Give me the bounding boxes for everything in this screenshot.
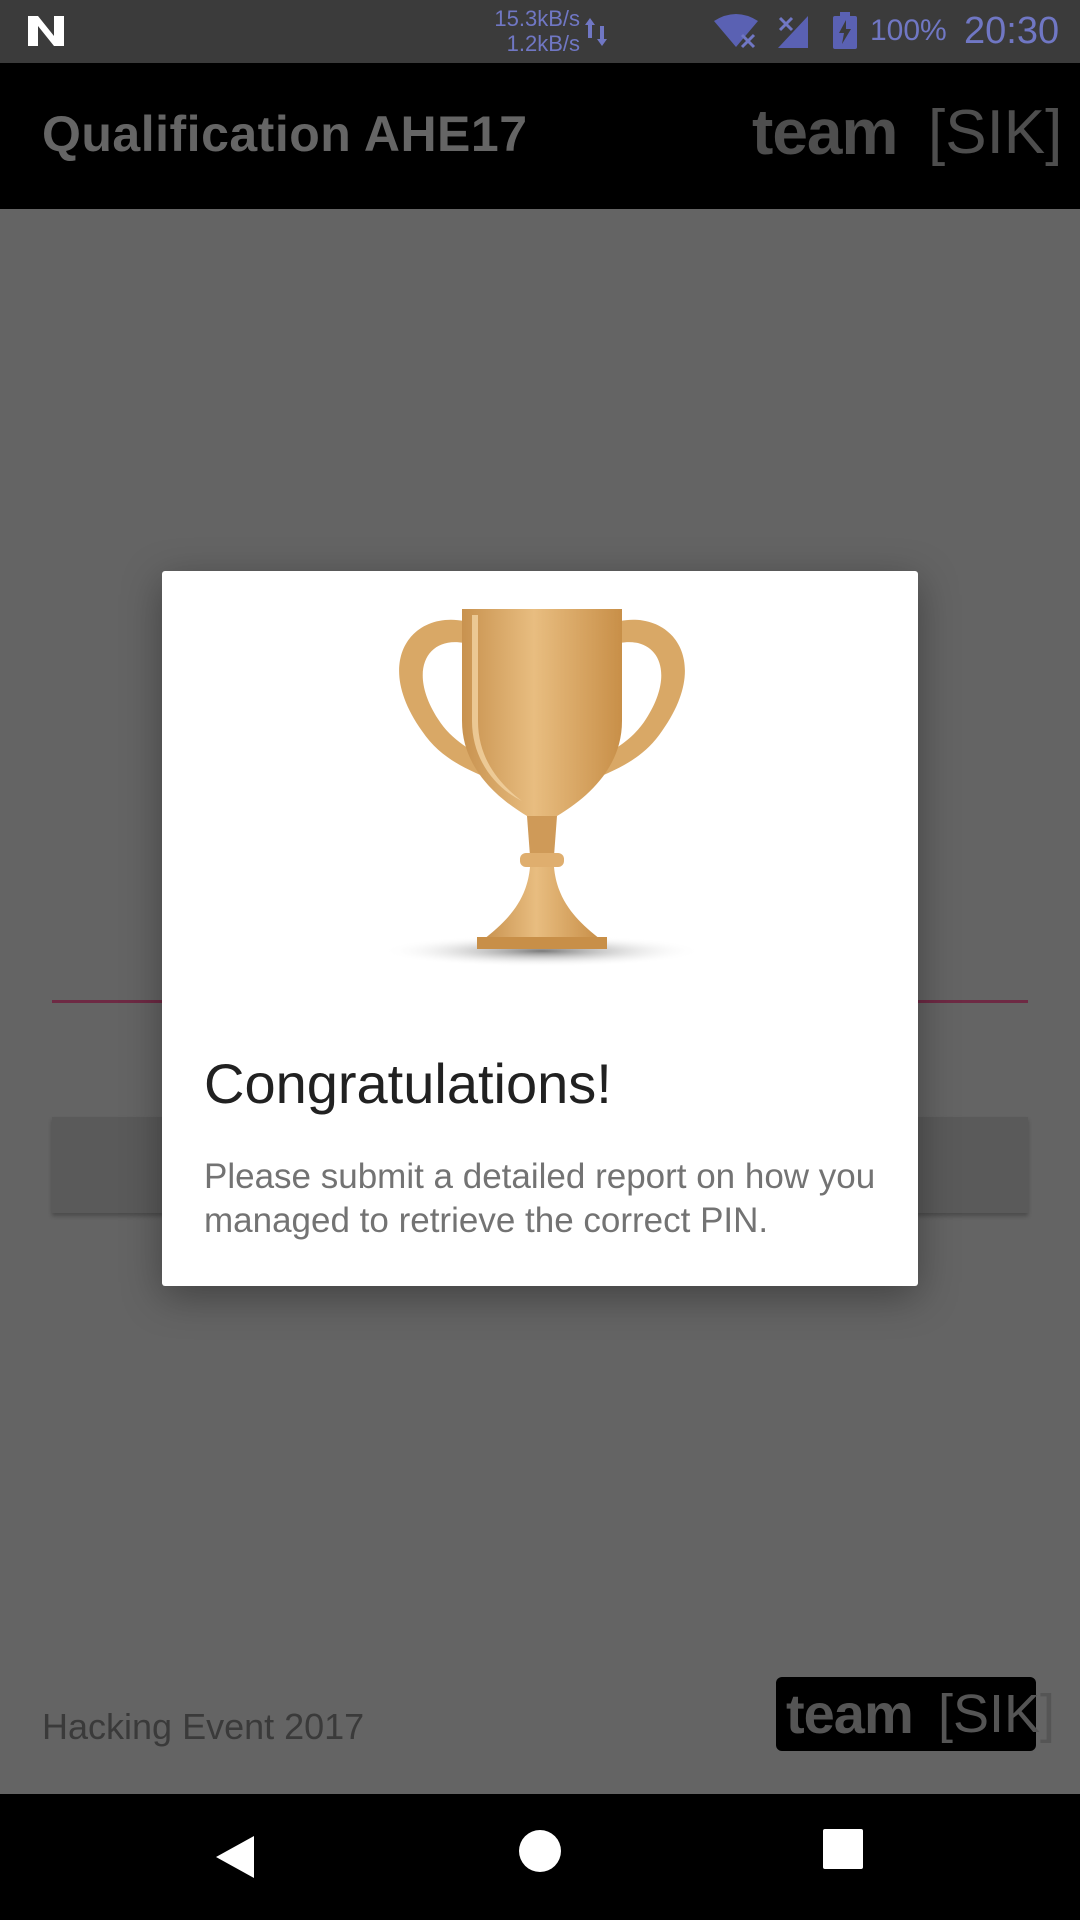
data-transfer-icon [585, 18, 607, 46]
clock: 20:30 [964, 10, 1060, 52]
background-button [52, 1117, 164, 1213]
logo-team-text: team [752, 96, 898, 168]
back-icon[interactable] [210, 1832, 260, 1882]
app-bar: Qualification AHE17 team [SIK] [0, 63, 1080, 209]
pin-input-underline [52, 1000, 164, 1003]
navigation-bar [0, 1794, 1080, 1920]
wifi-icon [714, 14, 758, 49]
battery-percent: 100% [870, 14, 947, 47]
network-speed: 15.3kB/s 1.2kB/s [455, 6, 580, 56]
footer-team-sik-logo: team [SIK] [776, 1677, 1055, 1751]
footer-logo-sik-text: [SIK] [938, 1684, 1056, 1744]
net-up-speed: 1.2kB/s [506, 31, 580, 56]
pin-input-underline-right [916, 1000, 1028, 1003]
signal-icon [778, 16, 808, 48]
status-bar: 15.3kB/s 1.2kB/s 100% 20:30 [0, 0, 1080, 63]
recents-icon[interactable] [823, 1829, 863, 1869]
dialog-title: Congratulations! [204, 1052, 612, 1115]
trophy-icon [382, 609, 702, 967]
screen: 15.3kB/s 1.2kB/s 100% 20:30 Qualificatio… [0, 0, 1080, 1920]
congratulations-dialog: Congratulations! Please submit a detaile… [162, 571, 918, 1286]
net-down-speed: 15.3kB/s [494, 6, 580, 31]
home-icon[interactable] [518, 1829, 562, 1873]
n-notification-icon [28, 16, 64, 46]
battery-charging-icon [833, 12, 857, 49]
page-title: Qualification AHE17 [42, 106, 528, 162]
team-sik-logo: team [SIK] [752, 95, 1062, 171]
background-button-right [916, 1117, 1028, 1213]
logo-sik-text: [SIK] [928, 98, 1063, 167]
footer-logo-team-text: team [786, 1682, 914, 1745]
dialog-message: Please submit a detailed report on how y… [204, 1157, 876, 1240]
footer-event-text: Hacking Event 2017 [42, 1706, 365, 1747]
